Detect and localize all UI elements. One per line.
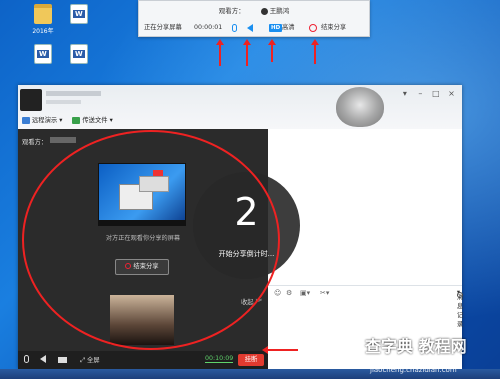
viewer-name: 王鹏鸿 xyxy=(260,5,290,15)
screenshot-icon[interactable]: ✂▾ xyxy=(320,289,329,297)
power-icon[interactable] xyxy=(309,24,317,32)
word-document-icon xyxy=(34,44,52,64)
emoji-icon[interactable]: ☺ xyxy=(274,289,281,297)
send-file-label: 传送文件 xyxy=(82,117,108,124)
viewer-name-text: 王鹏鸿 xyxy=(269,7,290,15)
viewer-avatar xyxy=(260,7,268,15)
annotation-arrow xyxy=(268,39,276,62)
send-file-icon xyxy=(72,116,81,124)
minimize-icon[interactable]: – xyxy=(414,89,427,98)
sharing-elapsed-time: 00:00:01 xyxy=(194,24,223,31)
sharing-status-label: 正在分享屏幕 xyxy=(144,24,182,31)
speaker-icon[interactable] xyxy=(40,355,46,363)
contact-status-blurred xyxy=(46,100,81,104)
input-toolbar: ☺ ⚙ ▣▾ ✂▾ 消息记录 ▾ xyxy=(268,285,463,328)
hd-icon[interactable]: HD xyxy=(269,24,283,32)
share-controls-row: 正在分享屏幕 00:00:01 HD 高清 结束分享 xyxy=(144,22,364,34)
hd-quality-button[interactable]: 高清 xyxy=(282,22,295,34)
contact-avatar[interactable] xyxy=(20,89,42,111)
chat-header: ▾ – □ × 远程演示 ▾ 传送文件 ▾ xyxy=(18,85,462,129)
desktop-word-file[interactable] xyxy=(28,44,58,66)
panel-viewer-name-blurred xyxy=(50,137,76,143)
message-history-button[interactable]: 消息记录 ▾ xyxy=(456,289,463,328)
viewer-row: 观看方： 王鹏鸿 xyxy=(139,5,369,15)
word-document-icon xyxy=(70,44,88,64)
annotation-ellipse xyxy=(22,130,280,350)
chat-toolbar: 远程演示 ▾ 传送文件 ▾ xyxy=(22,115,121,124)
maximize-icon[interactable]: □ xyxy=(429,89,442,98)
watermark-brand: 查字典 教程网 xyxy=(365,337,467,356)
fullscreen-label: 全屏 xyxy=(87,357,100,364)
annotation-arrow xyxy=(262,346,298,354)
image-icon[interactable]: ▣▾ xyxy=(300,289,310,297)
remote-demo-icon xyxy=(22,116,30,124)
folder-icon xyxy=(34,4,52,24)
watermark-url: jiaocheng.chazidian.com xyxy=(370,366,457,374)
send-file-menu[interactable]: 传送文件 ▾ xyxy=(72,115,113,124)
desktop-word-file[interactable] xyxy=(64,44,94,66)
screen-share-toolbar: 观看方： 王鹏鸿 正在分享屏幕 00:00:01 HD 高清 结束分享 xyxy=(138,0,370,37)
panel-viewer-label: 观看方： xyxy=(22,139,48,146)
menu-icon[interactable]: ▾ xyxy=(398,89,411,98)
word-document-icon xyxy=(70,4,88,24)
annotation-arrow xyxy=(216,39,224,66)
camera-icon[interactable] xyxy=(58,357,67,363)
call-control-bar: ⤢ 全屏 00:10:09 挂断 xyxy=(18,351,268,369)
desktop-word-file[interactable] xyxy=(64,4,94,26)
microphone-icon[interactable] xyxy=(24,355,29,363)
window-controls: ▾ – □ × xyxy=(398,89,458,98)
annotation-arrow xyxy=(311,39,319,64)
viewer-prefix: 观看方： xyxy=(218,7,245,15)
hangup-button[interactable]: 挂断 xyxy=(238,354,264,366)
lips-decoration xyxy=(336,87,384,127)
fullscreen-button[interactable]: ⤢ 全屏 xyxy=(80,355,100,365)
desktop-icon-label: 2016年 xyxy=(32,28,54,35)
contact-name-blurred xyxy=(46,91,101,96)
message-history-label: 消息记录 xyxy=(456,294,464,328)
desktop-folder-icon[interactable]: 2016年 xyxy=(28,4,58,35)
annotation-arrow xyxy=(243,39,251,66)
remote-demo-menu[interactable]: 远程演示 ▾ xyxy=(22,115,62,124)
shake-icon[interactable]: ⚙ xyxy=(286,289,292,297)
remote-demo-label: 远程演示 xyxy=(32,117,58,124)
call-timer: 00:10:09 xyxy=(205,355,234,363)
speaker-icon[interactable] xyxy=(247,24,253,32)
microphone-icon[interactable] xyxy=(232,24,237,32)
end-share-button[interactable]: 结束分享 xyxy=(321,22,346,34)
close-icon[interactable]: × xyxy=(445,89,458,98)
